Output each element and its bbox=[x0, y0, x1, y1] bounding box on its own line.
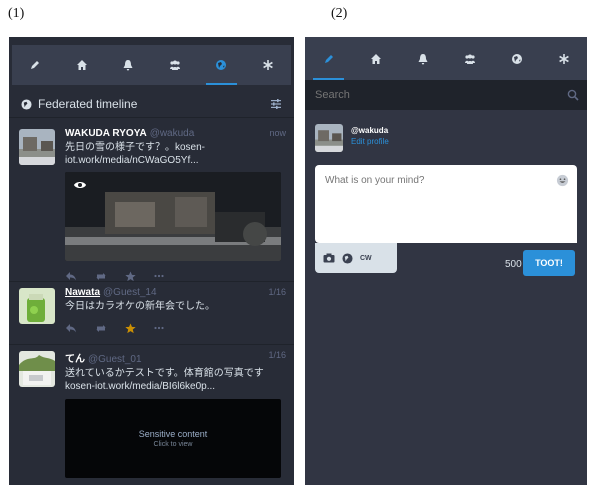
account-handle: @Guest_14 bbox=[103, 287, 157, 298]
tab-compose[interactable] bbox=[305, 37, 352, 80]
toot-button[interactable]: TOOT! bbox=[523, 250, 575, 276]
compose-panel: @wakuda Edit profile CW 500 TOOT! bbox=[305, 37, 587, 485]
reply-icon[interactable] bbox=[65, 323, 77, 333]
tab-local[interactable] bbox=[152, 45, 199, 85]
column-header: Federated timeline bbox=[9, 91, 294, 118]
search-icon[interactable] bbox=[567, 89, 579, 101]
tab-bar bbox=[12, 45, 291, 85]
globe-icon bbox=[511, 53, 522, 64]
caption-1: (1) bbox=[8, 6, 25, 21]
cw-toggle[interactable]: CW bbox=[360, 255, 372, 262]
bell-icon bbox=[418, 53, 427, 64]
star-icon-favourited[interactable] bbox=[125, 322, 136, 334]
bell-icon bbox=[123, 60, 133, 71]
current-account: @wakuda Edit profile bbox=[315, 124, 577, 158]
tab-getting-started[interactable] bbox=[540, 37, 587, 80]
character-counter: 500 bbox=[505, 259, 522, 270]
home-icon bbox=[370, 53, 381, 64]
avatar[interactable] bbox=[19, 351, 55, 387]
status-text: 先日の雪の様子です？。kosen-iot.work/media/nCWaGO5Y… bbox=[65, 142, 206, 166]
sensitive-content-title: Sensitive content bbox=[138, 429, 208, 439]
tab-compose[interactable] bbox=[12, 45, 59, 85]
compose-box bbox=[315, 165, 577, 243]
globe-icon[interactable] bbox=[342, 252, 353, 264]
users-icon bbox=[464, 54, 475, 64]
reply-icon[interactable] bbox=[65, 271, 77, 281]
asterisk-icon bbox=[262, 60, 273, 70]
tab-federated[interactable] bbox=[198, 45, 245, 85]
media-attachment[interactable] bbox=[65, 172, 281, 261]
asterisk-icon bbox=[558, 53, 569, 64]
tab-home[interactable] bbox=[59, 45, 106, 85]
status-text: 送れているかテストです。体育館の写真です kosen-iot.work/medi… bbox=[65, 368, 264, 392]
search-bar bbox=[305, 80, 587, 110]
status-time[interactable]: now bbox=[269, 128, 286, 138]
display-name[interactable]: WAKUDA RYOYA bbox=[65, 128, 147, 139]
boost-icon[interactable] bbox=[95, 323, 107, 333]
tab-getting-started[interactable] bbox=[245, 45, 292, 85]
settings-sliders-icon[interactable] bbox=[270, 98, 282, 110]
avatar[interactable] bbox=[315, 124, 343, 152]
home-icon bbox=[76, 60, 87, 70]
star-icon[interactable] bbox=[125, 270, 136, 282]
status-time[interactable]: 1/16 bbox=[268, 350, 286, 360]
status-item[interactable]: WAKUDA RYOYA @wakuda now 先日の雪の様子です？。kosen… bbox=[9, 123, 294, 282]
search-input[interactable] bbox=[305, 80, 587, 110]
tab-notifications[interactable] bbox=[399, 37, 446, 80]
account-handle[interactable]: @wakuda bbox=[351, 126, 389, 135]
display-name[interactable]: てん bbox=[65, 354, 85, 365]
edit-profile-link[interactable]: Edit profile bbox=[351, 137, 389, 146]
tab-federated[interactable] bbox=[493, 37, 540, 80]
status-text: 今日はカラオケの新年会でした。 bbox=[65, 301, 215, 312]
eye-icon[interactable] bbox=[73, 180, 87, 190]
sensitive-content-hint: Click to view bbox=[153, 441, 193, 448]
timeline-panel: Federated timeline WAKUDA RYOYA @wakuda n… bbox=[9, 37, 294, 485]
emoji-icon[interactable] bbox=[556, 174, 569, 187]
avatar[interactable] bbox=[19, 129, 55, 165]
avatar[interactable] bbox=[19, 288, 55, 324]
account-handle: @wakuda bbox=[149, 128, 195, 139]
sensitive-media-cover[interactable]: Sensitive content Click to view bbox=[65, 399, 281, 478]
tab-home[interactable] bbox=[352, 37, 399, 80]
status-item[interactable]: てん @Guest_01 1/16 送れているかテストです。体育館の写真です ko… bbox=[9, 345, 294, 485]
pencil-icon bbox=[324, 54, 333, 63]
boost-icon[interactable] bbox=[95, 271, 107, 281]
pencil-icon bbox=[31, 61, 40, 69]
status-actions bbox=[65, 269, 286, 283]
status-actions bbox=[65, 321, 286, 335]
column-title: Federated timeline bbox=[38, 97, 138, 111]
users-icon bbox=[169, 60, 180, 70]
camera-icon[interactable] bbox=[323, 253, 335, 263]
compose-textarea[interactable] bbox=[315, 165, 577, 243]
status-item[interactable]: Nawata @Guest_14 1/16 今日はカラオケの新年会でした。 bbox=[9, 282, 294, 345]
account-handle: @Guest_01 bbox=[88, 354, 142, 365]
globe-icon bbox=[216, 60, 227, 70]
status-time[interactable]: 1/16 bbox=[268, 287, 286, 297]
globe-icon bbox=[21, 98, 32, 110]
display-name[interactable]: Nawata bbox=[65, 287, 100, 298]
more-icon[interactable] bbox=[154, 326, 164, 330]
more-icon[interactable] bbox=[154, 274, 164, 278]
compose-tools: CW bbox=[315, 243, 397, 273]
tab-local[interactable] bbox=[446, 37, 493, 80]
caption-2: (2) bbox=[331, 6, 348, 21]
tab-notifications[interactable] bbox=[105, 45, 152, 85]
tab-bar bbox=[305, 37, 587, 80]
